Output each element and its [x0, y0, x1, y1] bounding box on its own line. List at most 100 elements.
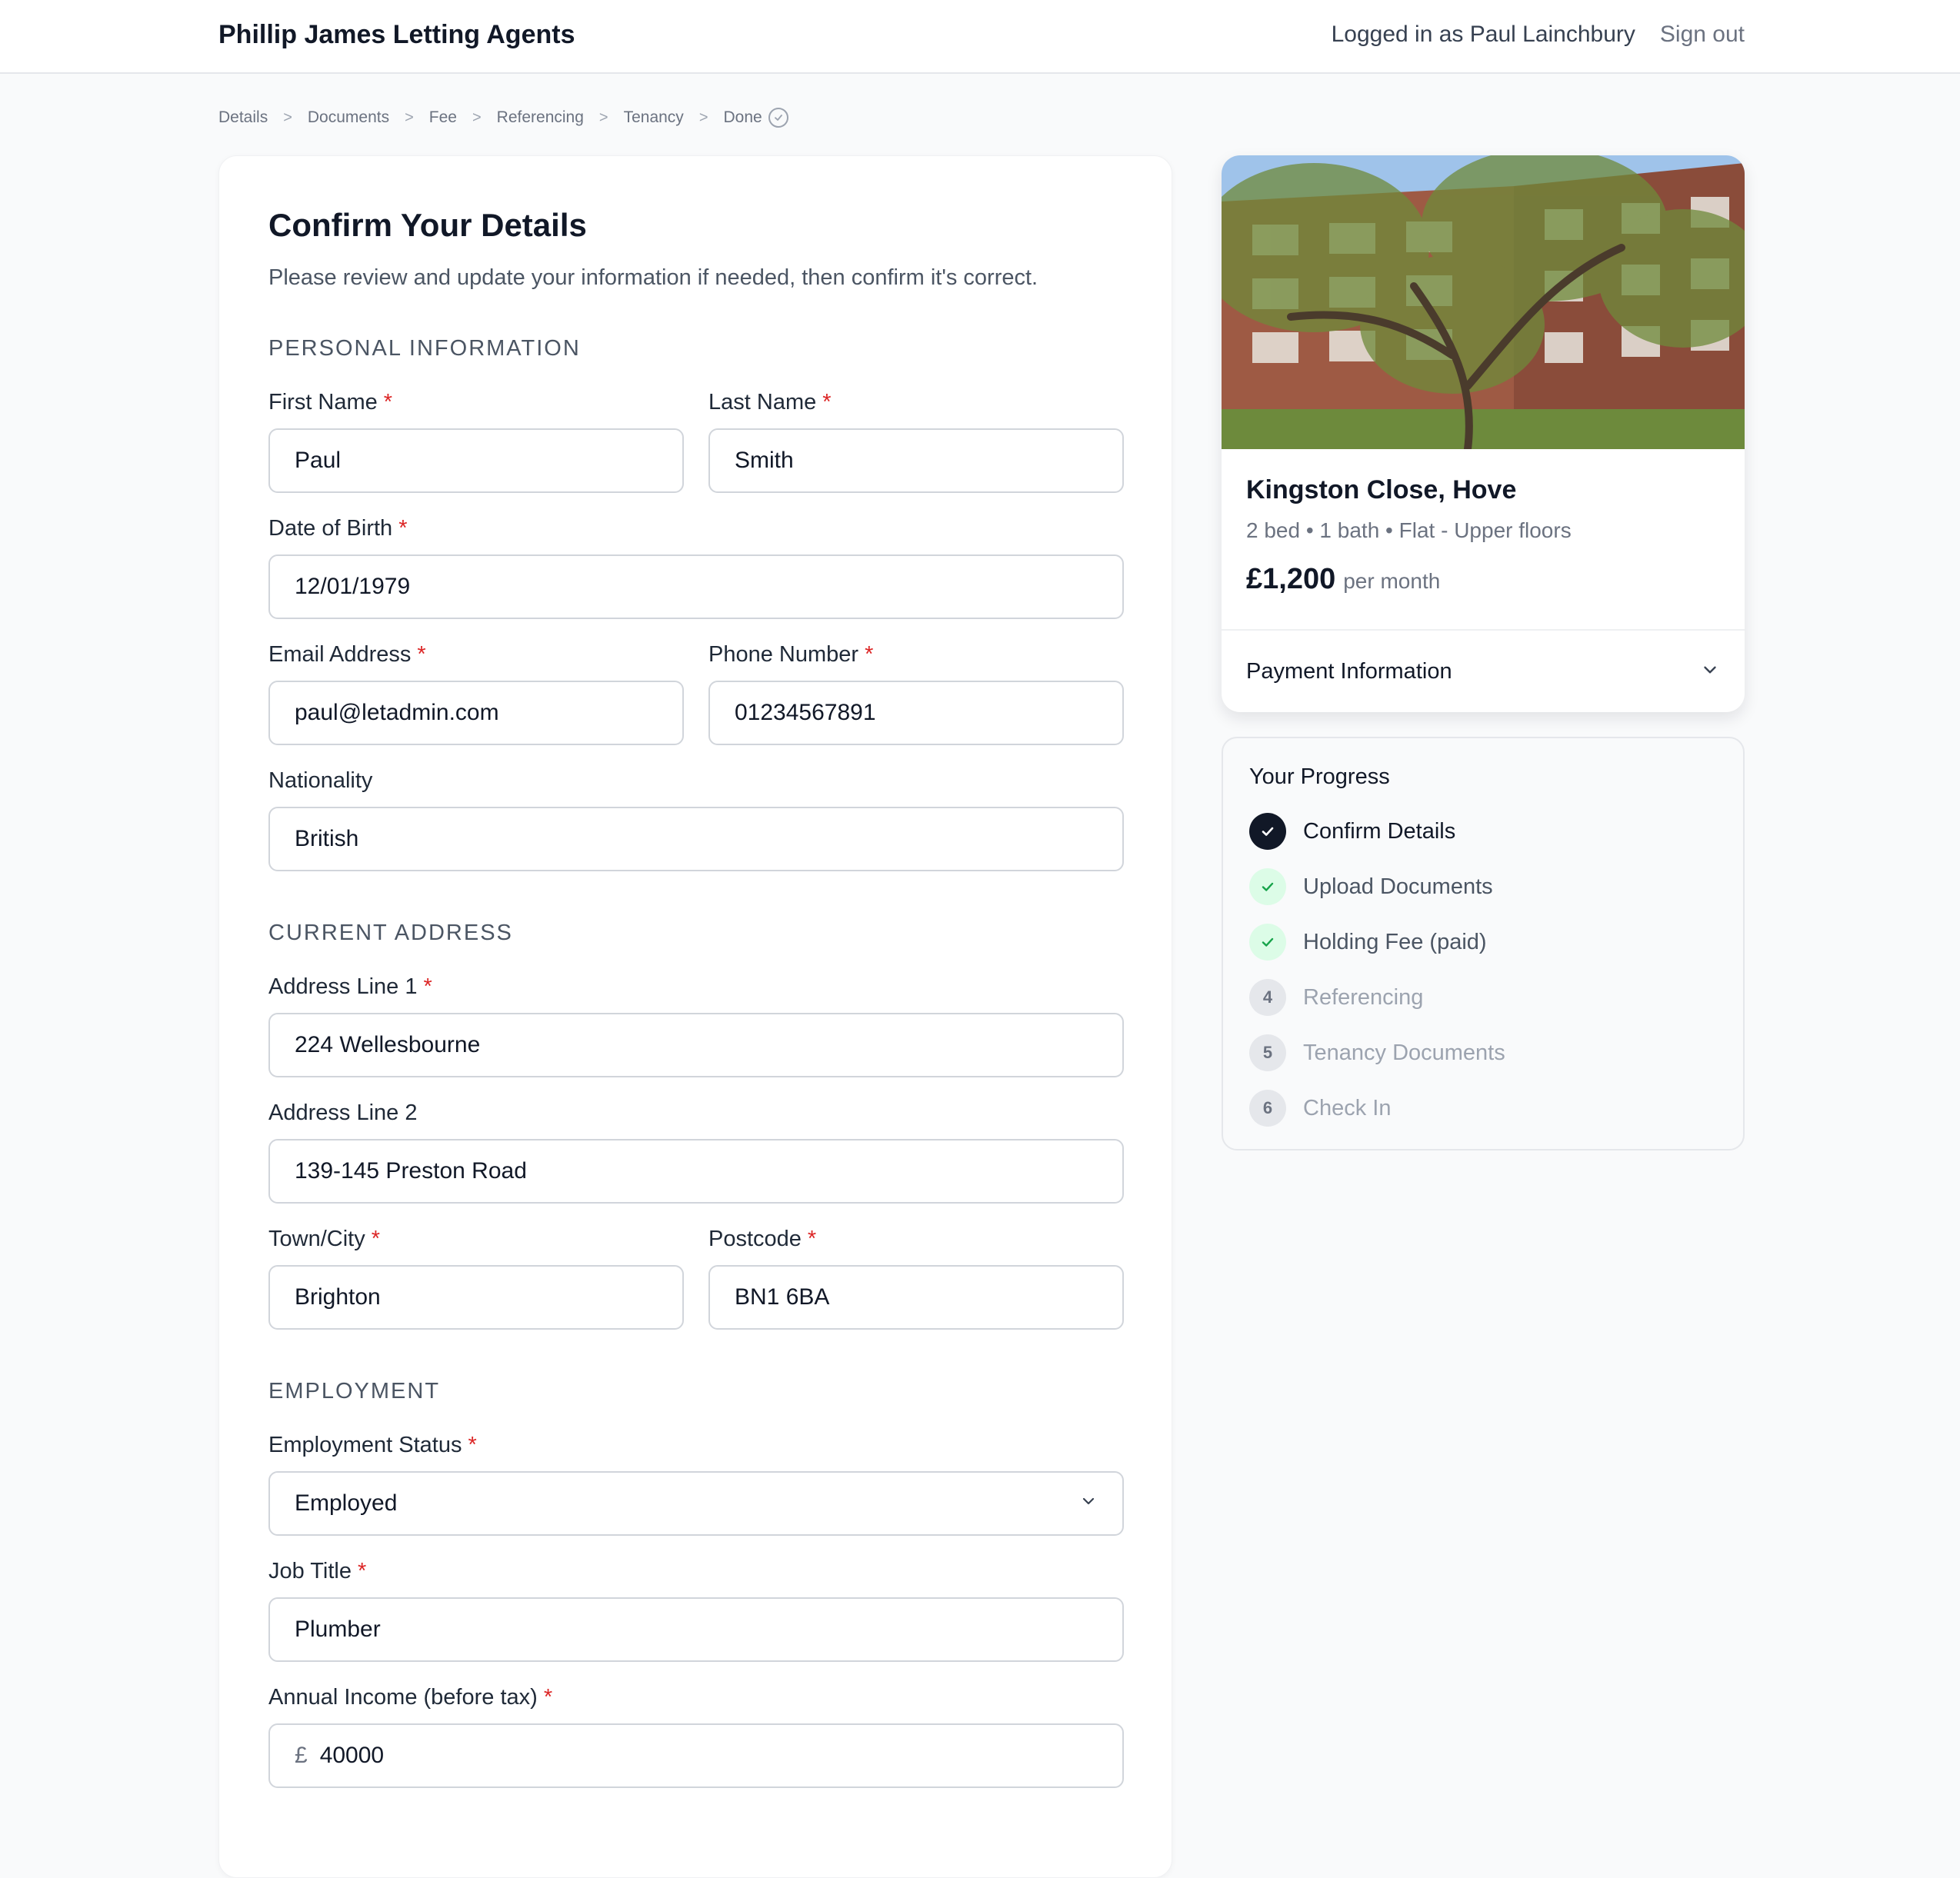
employment-status-field: Employment Status * Employed [268, 1431, 1124, 1536]
step-label: Upload Documents [1303, 874, 1493, 899]
postcode-input[interactable] [708, 1265, 1124, 1330]
job-title-field: Job Title * [268, 1557, 1124, 1662]
logged-in-text: Logged in as Paul Lainchbury [1331, 22, 1635, 47]
property-photo [1222, 155, 1745, 449]
phone-input[interactable] [708, 681, 1124, 745]
income-value: 40000 [319, 1743, 385, 1768]
chevron-down-icon [1700, 660, 1720, 684]
progress-step-referencing: 4 Referencing [1249, 978, 1423, 1017]
phone-field: Phone Number * [708, 641, 1124, 745]
step-label: Check In [1303, 1095, 1392, 1120]
required-marker: * [383, 390, 393, 415]
section-heading-employment: EMPLOYMENT [268, 1379, 441, 1404]
breadcrumb-item-fee[interactable]: Fee [429, 108, 457, 127]
section-heading-address: CURRENT ADDRESS [268, 921, 513, 945]
field-label: Postcode [708, 1227, 802, 1251]
field-label: Email Address [268, 642, 412, 667]
progress-step-check-in: 6 Check In [1249, 1089, 1391, 1127]
first-name-input[interactable] [268, 428, 684, 493]
step-number-badge: 6 [1249, 1090, 1286, 1127]
field-label: Phone Number [708, 642, 859, 667]
address-line-2-input[interactable] [268, 1139, 1124, 1204]
breadcrumb-separator: > [598, 108, 608, 126]
required-marker: * [417, 642, 426, 667]
page-title: Confirm Your Details [268, 207, 587, 243]
annual-income-field: Annual Income (before tax) * £ 40000 [268, 1683, 1124, 1788]
field-label: Town/City [268, 1227, 365, 1251]
last-name-input[interactable] [708, 428, 1124, 493]
page-subtitle: Please review and update your informatio… [268, 265, 1038, 290]
check-icon [1249, 813, 1286, 850]
town-input[interactable] [268, 1265, 684, 1330]
required-marker: * [398, 516, 408, 541]
field-label: First Name [268, 390, 378, 415]
dob-input[interactable] [268, 554, 1124, 619]
breadcrumb-item-referencing[interactable]: Referencing [497, 108, 584, 127]
section-heading-personal: PERSONAL INFORMATION [268, 336, 581, 361]
field-label: Nationality [268, 768, 373, 793]
required-marker: * [807, 1227, 817, 1251]
progress-step-upload-documents: Upload Documents [1249, 867, 1493, 906]
property-title: Kingston Close, Hove [1246, 475, 1517, 504]
dob-field: Date of Birth * [268, 514, 1124, 619]
top-bar: Phillip James Letting Agents Logged in a… [0, 0, 1960, 74]
job-title-input[interactable] [268, 1597, 1124, 1662]
nationality-input[interactable] [268, 807, 1124, 871]
postcode-field: Postcode * [708, 1225, 1124, 1330]
details-form-card: Confirm Your Details Please review and u… [218, 155, 1172, 1878]
field-label: Last Name [708, 390, 817, 415]
property-price-row: £1,200 per month [1246, 563, 1440, 596]
brand-name: Phillip James Letting Agents [218, 20, 575, 49]
chevron-down-icon [1079, 1490, 1098, 1517]
annual-income-input[interactable]: £ 40000 [268, 1723, 1124, 1788]
required-marker: * [371, 1227, 380, 1251]
breadcrumb-separator: > [472, 108, 482, 126]
breadcrumb-item-tenancy[interactable]: Tenancy [624, 108, 684, 127]
required-marker: * [865, 642, 874, 667]
field-label: Employment Status [268, 1433, 462, 1457]
step-number-badge: 4 [1249, 979, 1286, 1016]
sign-out-link[interactable]: Sign out [1660, 22, 1745, 48]
progress-step-holding-fee: Holding Fee (paid) [1249, 923, 1487, 961]
breadcrumb-item-documents[interactable]: Documents [308, 108, 389, 127]
last-name-field: Last Name * [708, 388, 1124, 493]
property-card: Kingston Close, Hove 2 bed • 1 bath • Fl… [1222, 155, 1745, 712]
check-circle-icon [768, 108, 788, 128]
property-specs: 2 bed • 1 bath • Flat - Upper floors [1246, 518, 1572, 542]
breadcrumb-separator: > [405, 108, 414, 126]
step-label: Holding Fee (paid) [1303, 929, 1487, 954]
check-icon [1249, 868, 1286, 905]
address-line-2-field: Address Line 2 [268, 1099, 1124, 1204]
progress-step-confirm-details: Confirm Details [1249, 812, 1455, 851]
breadcrumb-separator: > [283, 108, 292, 126]
first-name-field: First Name * [268, 388, 684, 493]
field-label: Address Line 2 [268, 1100, 418, 1125]
check-icon [1249, 924, 1286, 961]
required-marker: * [358, 1559, 367, 1583]
property-price: £1,200 [1246, 563, 1336, 595]
progress-step-tenancy-documents: 5 Tenancy Documents [1249, 1034, 1505, 1072]
email-field: Email Address * [268, 641, 684, 745]
payment-information-label: Payment Information [1246, 658, 1452, 684]
field-label: Date of Birth [268, 516, 393, 541]
breadcrumb-separator: > [698, 108, 708, 126]
field-label: Address Line 1 [268, 974, 418, 999]
address-line-1-field: Address Line 1 * [268, 973, 1124, 1077]
progress-title: Your Progress [1249, 764, 1390, 789]
breadcrumb-item-done[interactable]: Done [724, 108, 762, 127]
employment-status-select[interactable]: Employed [268, 1471, 1124, 1536]
breadcrumb: Details > Documents > Fee > Referencing … [218, 108, 788, 128]
town-field: Town/City * [268, 1225, 684, 1330]
email-input[interactable] [268, 681, 684, 745]
selected-value: Employed [295, 1490, 398, 1516]
address-line-1-input[interactable] [268, 1013, 1124, 1077]
required-marker: * [423, 974, 432, 999]
payment-information-toggle[interactable]: Payment Information [1222, 629, 1745, 712]
nationality-field: Nationality [268, 767, 1124, 871]
breadcrumb-item-details[interactable]: Details [218, 108, 268, 127]
field-label: Job Title [268, 1559, 352, 1583]
step-label: Referencing [1303, 984, 1424, 1010]
step-number-badge: 5 [1249, 1034, 1286, 1071]
required-marker: * [543, 1685, 553, 1710]
field-label: Annual Income (before tax) [268, 1685, 538, 1710]
